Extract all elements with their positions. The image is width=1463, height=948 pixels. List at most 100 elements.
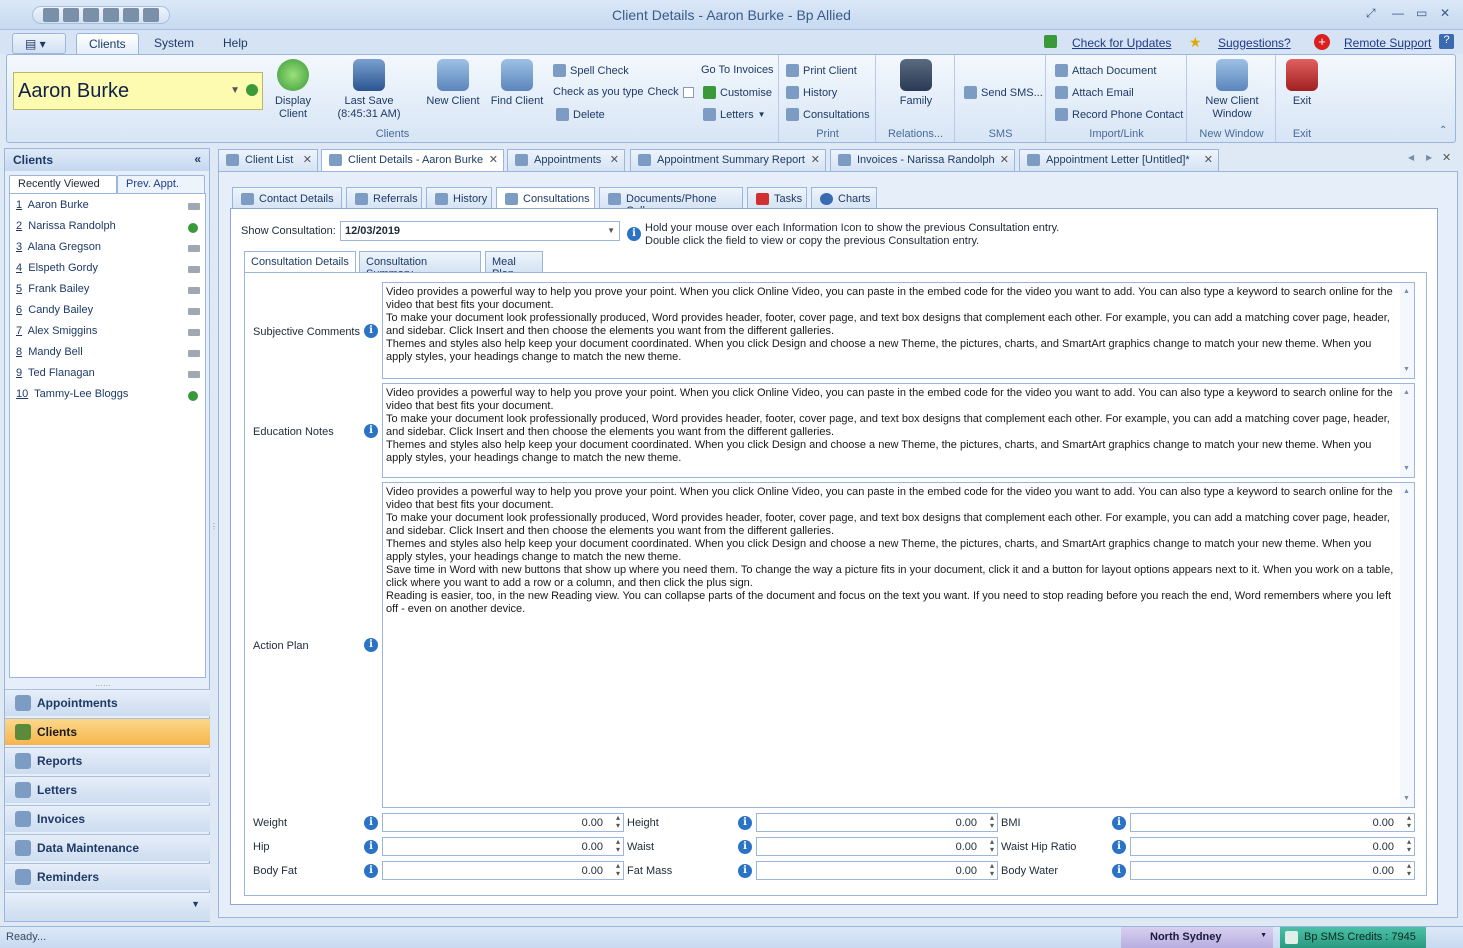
tab-charts[interactable]: Charts	[811, 187, 877, 209]
list-item[interactable]: 8 Mandy Bell	[16, 346, 83, 358]
tab-consultation-summary[interactable]: Consultation Summary	[359, 251, 481, 280]
body-fat-input[interactable]: 0.00	[382, 861, 624, 880]
dropdown-icon[interactable]: ▼	[230, 85, 240, 96]
attach-document-button[interactable]: Attach Document	[1055, 64, 1156, 77]
info-icon[interactable]: i	[364, 840, 378, 854]
info-icon[interactable]: i	[738, 816, 752, 830]
spell-check-button[interactable]: Spell Check	[553, 64, 629, 77]
scroll-right-icon[interactable]: ▶	[1426, 153, 1432, 162]
list-item[interactable]: 1 Aaron Burke	[16, 199, 89, 211]
height-input[interactable]: 0.00	[756, 813, 998, 832]
exit-button[interactable]: Exit	[1283, 59, 1321, 108]
doc-tab-appointment-letter[interactable]: Appointment Letter [Untitled]* ✕	[1019, 149, 1219, 171]
nav-letters[interactable]: Letters	[5, 776, 210, 803]
education-notes-field[interactable]: Video provides a powerful way to help yo…	[382, 383, 1415, 478]
consultation-date-select[interactable]: 12/03/2019 ▼	[340, 221, 620, 241]
new-client-window-button[interactable]: New Client Window	[1198, 59, 1266, 121]
info-icon[interactable]: i	[364, 638, 378, 652]
refresh-icon[interactable]	[246, 84, 258, 96]
pin-icon[interactable]	[188, 266, 200, 273]
client-name-combo[interactable]: Aaron Burke ▼	[13, 72, 263, 110]
checkbox[interactable]	[682, 86, 694, 98]
tab-recently-viewed[interactable]: Recently Viewed	[9, 175, 117, 193]
close-tab-icon[interactable]: ✕	[1204, 153, 1213, 166]
hip-input[interactable]: 0.00	[382, 837, 624, 856]
list-item[interactable]: 3 Alana Gregson	[16, 241, 101, 253]
chevron-down-icon[interactable]: ▼	[191, 899, 200, 909]
body-water-input[interactable]: 0.00	[1130, 861, 1415, 880]
tab-referrals[interactable]: Referrals	[346, 187, 422, 209]
tab-system[interactable]: System	[142, 33, 206, 54]
nav-overflow[interactable]: ▼	[5, 892, 210, 921]
check-as-you-type-toggle[interactable]: Check as you type Check	[553, 86, 694, 98]
close-tab-icon[interactable]: ✕	[489, 153, 498, 166]
attach-email-button[interactable]: Attach Email	[1055, 86, 1134, 99]
tab-help[interactable]: Help	[211, 33, 260, 54]
pin-icon[interactable]	[188, 329, 200, 336]
info-icon[interactable]: i	[738, 864, 752, 878]
info-icon[interactable]: i	[1112, 816, 1126, 830]
waist-hip-ratio-input[interactable]: 0.00	[1130, 837, 1415, 856]
remote-support-link[interactable]: Remote Support	[1344, 36, 1431, 50]
info-icon[interactable]: i	[364, 424, 378, 438]
doc-tab-client-details[interactable]: Client Details - Aaron Burke ✕	[321, 149, 504, 171]
doc-tab-appointment-summary[interactable]: Appointment Summary Report ✕	[630, 149, 826, 171]
family-button[interactable]: Family	[891, 59, 941, 108]
pin-icon[interactable]	[188, 350, 200, 357]
nav-appointments[interactable]: Appointments	[5, 689, 210, 716]
tab-tasks[interactable]: Tasks	[747, 187, 807, 209]
collapse-ribbon-icon[interactable]: ⌃	[1439, 125, 1447, 136]
app-menu-button[interactable]: ▤ ▾	[12, 33, 66, 54]
list-item[interactable]: 10 Tammy-Lee Bloggs	[16, 388, 128, 400]
pin-icon[interactable]	[188, 371, 200, 378]
tab-consultations[interactable]: Consultations	[496, 187, 595, 210]
pin-icon[interactable]	[188, 287, 200, 294]
list-item[interactable]: 6 Candy Bailey	[16, 304, 93, 316]
tab-clients[interactable]: Clients	[76, 33, 139, 54]
go-to-invoices-button[interactable]: Go To Invoices	[701, 64, 774, 76]
minimize-button[interactable]: —	[1392, 6, 1404, 20]
suggestions-link[interactable]: Suggestions?	[1218, 36, 1291, 50]
pinned-icon[interactable]	[188, 223, 198, 233]
info-icon[interactable]: i	[364, 324, 378, 338]
tab-prev-appt[interactable]: Prev. Appt.	[117, 175, 205, 193]
close-all-icon[interactable]: ✕	[1442, 151, 1451, 164]
info-icon[interactable]: i	[1112, 840, 1126, 854]
customise-button[interactable]: Customise	[703, 86, 772, 99]
bmi-input[interactable]: 0.00	[1130, 813, 1415, 832]
find-client-button[interactable]: Find Client	[487, 59, 547, 108]
list-item[interactable]: 4 Elspeth Gordy	[16, 262, 98, 274]
weight-input[interactable]: 0.00	[382, 813, 624, 832]
chevron-down-icon[interactable]: ▼	[1260, 932, 1267, 939]
close-tab-icon[interactable]: ✕	[303, 153, 312, 166]
display-client-button[interactable]: Display Client	[269, 59, 317, 121]
close-button[interactable]: ✕	[1440, 6, 1450, 20]
tab-meal-plan[interactable]: Meal Plan	[485, 251, 543, 280]
tab-contact-details[interactable]: Contact Details	[232, 187, 342, 209]
list-item[interactable]: 5 Frank Bailey	[16, 283, 89, 295]
close-tab-icon[interactable]: ✕	[1000, 153, 1009, 166]
nav-invoices[interactable]: Invoices	[5, 805, 210, 832]
location-selector[interactable]: North Sydney ▼	[1121, 927, 1273, 948]
chevron-down-icon[interactable]: ▼	[607, 226, 615, 235]
list-item[interactable]: 2 Narissa Randolph	[16, 220, 116, 232]
pin-icon[interactable]	[188, 308, 200, 315]
close-tab-icon[interactable]: ✕	[610, 153, 619, 166]
new-client-button[interactable]: New Client	[423, 59, 483, 108]
info-icon[interactable]: i	[364, 864, 378, 878]
tab-history[interactable]: History	[426, 187, 492, 209]
collapse-panel-icon[interactable]: «	[194, 152, 201, 166]
doc-tab-appointments[interactable]: Appointments ✕	[507, 149, 625, 171]
last-save-button[interactable]: Last Save (8:45:31 AM)	[329, 59, 409, 121]
nav-clients[interactable]: Clients	[5, 718, 210, 745]
doc-tab-client-list[interactable]: Client List ✕	[218, 149, 318, 171]
send-sms-button[interactable]: Send SMS...	[964, 86, 1043, 99]
help-icon[interactable]: ?	[1439, 34, 1454, 49]
nav-reports[interactable]: Reports	[5, 747, 210, 774]
doc-tab-invoices[interactable]: Invoices - Narissa Randolph ✕	[830, 149, 1015, 171]
scrollbar[interactable]	[1400, 283, 1414, 378]
action-plan-field[interactable]: Video provides a powerful way to help yo…	[382, 482, 1415, 808]
fat-mass-input[interactable]: 0.00	[756, 861, 998, 880]
check-updates-link[interactable]: Check for Updates	[1072, 36, 1171, 50]
info-icon[interactable]: i	[738, 840, 752, 854]
